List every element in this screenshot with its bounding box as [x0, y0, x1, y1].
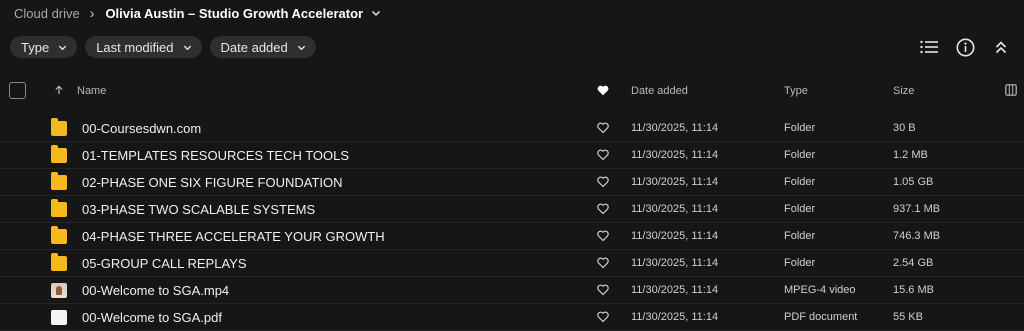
- list-view-button[interactable]: [918, 36, 940, 58]
- file-size: 1.2 MB: [893, 149, 928, 161]
- table-header: Name Date added Type Size: [0, 76, 1024, 106]
- column-header-size[interactable]: Size: [893, 85, 914, 97]
- table-row[interactable]: 00-Coursesdwn.com 11/30/2025, 11:14 Fold…: [0, 115, 1024, 142]
- heart-outline-icon[interactable]: [597, 122, 609, 134]
- date-added: 11/30/2025, 11:14: [631, 284, 719, 296]
- file-list: 00-Coursesdwn.com 11/30/2025, 11:14 Fold…: [0, 115, 1024, 331]
- info-button[interactable]: [954, 36, 976, 58]
- chevron-down-icon: [183, 45, 191, 50]
- breadcrumb-separator: ›: [89, 5, 95, 21]
- file-name: 00-Welcome to SGA.pdf: [82, 310, 222, 325]
- heart-outline-icon[interactable]: [597, 203, 609, 215]
- filter-label: Last modified: [96, 39, 174, 55]
- collapse-icon: [995, 40, 1007, 53]
- file-name: 04-PHASE THREE ACCELERATE YOUR GROWTH: [82, 229, 385, 244]
- heart-icon[interactable]: [597, 85, 609, 96]
- column-header-date-added[interactable]: Date added: [631, 85, 688, 97]
- column-settings-icon[interactable]: [1005, 84, 1017, 96]
- chevron-down-icon: [59, 45, 67, 50]
- file-size: 1.05 GB: [893, 176, 934, 188]
- folder-icon: [51, 226, 67, 244]
- file-name: 01-TEMPLATES RESOURCES TECH TOOLS: [82, 148, 350, 163]
- table-row[interactable]: 01-TEMPLATES RESOURCES TECH TOOLS 11/30/…: [0, 142, 1024, 169]
- folder-icon: [51, 253, 67, 271]
- date-added: 11/30/2025, 11:14: [631, 203, 719, 215]
- file-name: 05-GROUP CALL REPLAYS: [82, 256, 247, 271]
- info-icon: [956, 38, 974, 56]
- file-name: 00-Welcome to SGA.mp4: [82, 283, 230, 298]
- heart-outline-icon[interactable]: [597, 284, 609, 296]
- view-actions: [918, 36, 1012, 58]
- folder-icon: [51, 118, 67, 136]
- date-added: 11/30/2025, 11:14: [631, 176, 719, 188]
- file-size: 746.3 MB: [893, 230, 941, 242]
- table-row[interactable]: 03-PHASE TWO SCALABLE SYSTEMS 11/30/2025…: [0, 196, 1024, 223]
- breadcrumb-current-folder[interactable]: Olivia Austin – Studio Growth Accelerato…: [105, 6, 363, 21]
- column-header-name[interactable]: Name: [77, 85, 106, 97]
- pdf-thumbnail-icon: [51, 310, 67, 325]
- date-added: 11/30/2025, 11:14: [631, 122, 719, 134]
- heart-outline-icon[interactable]: [597, 257, 609, 269]
- folder-icon: [51, 199, 67, 217]
- filter-last-modified-button[interactable]: Last modified: [85, 36, 202, 58]
- table-row[interactable]: 05-GROUP CALL REPLAYS 11/30/2025, 11:14 …: [0, 250, 1024, 277]
- file-type: Folder: [784, 257, 816, 269]
- heart-outline-icon[interactable]: [597, 311, 609, 323]
- date-added: 11/30/2025, 11:14: [631, 311, 719, 323]
- file-type: Folder: [784, 122, 816, 134]
- filter-date-added-button[interactable]: Date added: [209, 36, 316, 58]
- breadcrumb-root[interactable]: Cloud drive: [14, 6, 80, 21]
- chevron-down-icon: [297, 45, 305, 50]
- file-size: 30 B: [893, 122, 916, 134]
- heart-outline-icon[interactable]: [597, 176, 609, 188]
- table-row[interactable]: 04-PHASE THREE ACCELERATE YOUR GROWTH 11…: [0, 223, 1024, 250]
- filter-label: Type: [21, 39, 50, 55]
- file-size: 937.1 MB: [893, 203, 941, 215]
- file-type: PDF document: [784, 311, 858, 323]
- sort-ascending-icon[interactable]: [54, 85, 64, 95]
- file-size: 15.6 MB: [893, 284, 934, 296]
- chevron-down-icon[interactable]: [371, 8, 381, 18]
- file-size: 2.54 GB: [893, 257, 934, 269]
- file-type: MPEG-4 video: [784, 284, 856, 296]
- file-name: 00-Coursesdwn.com: [82, 121, 202, 136]
- select-all-checkbox[interactable]: [9, 82, 26, 99]
- file-type: Folder: [784, 203, 816, 215]
- file-size: 55 KB: [893, 311, 923, 323]
- heart-outline-icon[interactable]: [597, 230, 609, 242]
- table-row[interactable]: 02-PHASE ONE SIX FIGURE FOUNDATION 11/30…: [0, 169, 1024, 196]
- file-name: 02-PHASE ONE SIX FIGURE FOUNDATION: [82, 175, 343, 190]
- date-added: 11/30/2025, 11:14: [631, 149, 719, 161]
- video-thumbnail-icon: [51, 283, 67, 298]
- date-added: 11/30/2025, 11:14: [631, 257, 719, 269]
- folder-icon: [51, 145, 67, 163]
- filter-bar: Type Last modified Date added: [10, 36, 316, 58]
- column-header-type[interactable]: Type: [784, 85, 808, 97]
- filter-label: Date added: [220, 39, 288, 55]
- table-row[interactable]: 00-Welcome to SGA.pdf 11/30/2025, 11:14 …: [0, 304, 1024, 331]
- file-type: Folder: [784, 176, 816, 188]
- file-type: Folder: [784, 149, 816, 161]
- heart-outline-icon[interactable]: [597, 149, 609, 161]
- date-added: 11/30/2025, 11:14: [631, 230, 719, 242]
- file-name: 03-PHASE TWO SCALABLE SYSTEMS: [82, 202, 316, 217]
- breadcrumb: Cloud drive › Olivia Austin – Studio Gro…: [14, 5, 381, 21]
- list-view-icon: [920, 40, 938, 54]
- folder-icon: [51, 172, 67, 190]
- collapse-button[interactable]: [990, 36, 1012, 58]
- file-type: Folder: [784, 230, 816, 242]
- filter-type-button[interactable]: Type: [10, 36, 78, 58]
- table-row[interactable]: 00-Welcome to SGA.mp4 11/30/2025, 11:14 …: [0, 277, 1024, 304]
